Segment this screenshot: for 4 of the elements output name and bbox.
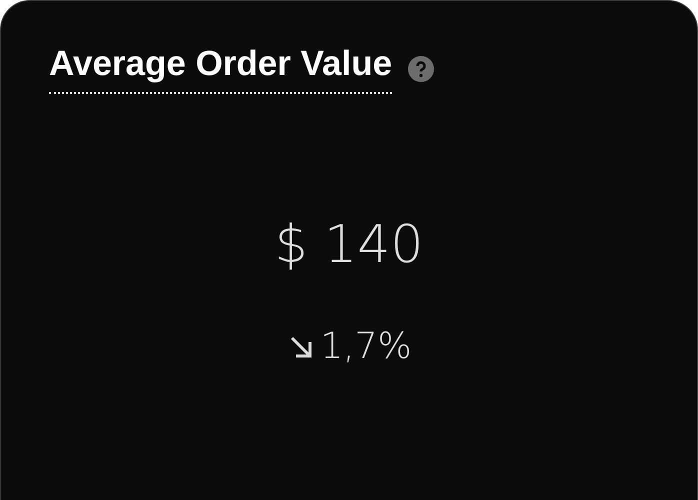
metric-value: $ 140 xyxy=(274,214,424,276)
card-title: Average Order Value xyxy=(49,45,392,94)
change-percent: 1,7% xyxy=(320,324,412,368)
help-icon[interactable] xyxy=(408,56,434,82)
